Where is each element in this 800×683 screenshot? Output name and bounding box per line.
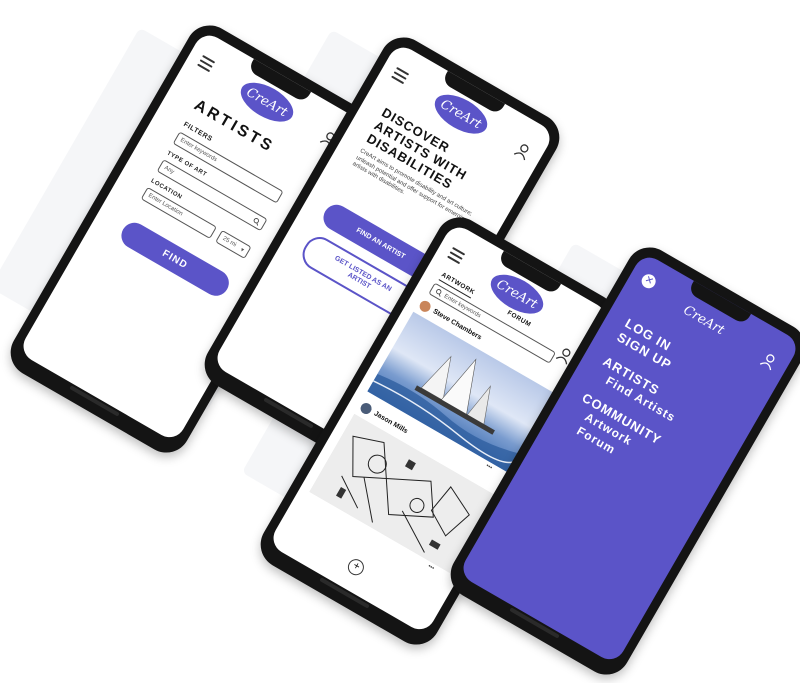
type-of-art-value: Any: [163, 165, 175, 176]
search-icon: [436, 289, 442, 297]
hamburger-menu-icon[interactable]: [391, 66, 410, 85]
distance-select[interactable]: 25 mi ▾: [215, 229, 252, 259]
avatar[interactable]: [358, 401, 374, 417]
close-icon[interactable]: ✕: [639, 271, 659, 291]
distance-value: 25 mi: [221, 235, 238, 249]
hamburger-menu-icon[interactable]: [447, 246, 466, 265]
find-button[interactable]: FIND: [116, 218, 234, 301]
find-artist-label: FIND AN ARTIST: [355, 226, 407, 261]
hamburger-menu-icon[interactable]: [197, 54, 216, 73]
find-button-label: FIND: [160, 247, 190, 271]
user-icon[interactable]: [759, 351, 779, 372]
more-icon[interactable]: •••: [485, 463, 493, 471]
search-icon: [253, 217, 260, 226]
chevron-down-icon: ▾: [239, 246, 246, 254]
more-icon[interactable]: •••: [427, 564, 435, 572]
avatar[interactable]: [417, 298, 433, 314]
user-icon[interactable]: [513, 141, 533, 162]
add-button[interactable]: +: [344, 556, 367, 579]
search-placeholder: Enter keywords: [443, 293, 482, 319]
